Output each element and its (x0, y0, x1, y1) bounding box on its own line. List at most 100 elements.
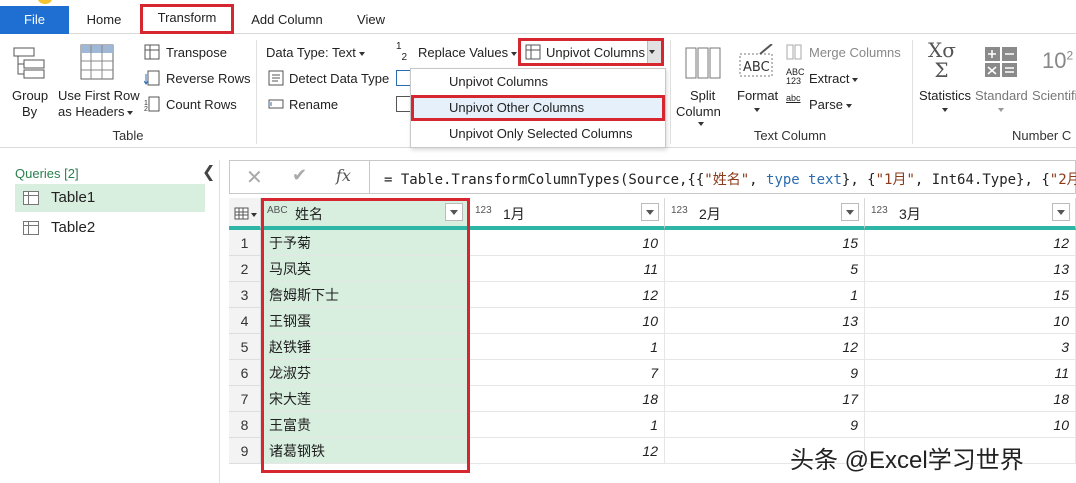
use-first-row-label-1: Use First Row (58, 88, 140, 103)
table-cell[interactable]: 11 (469, 256, 665, 282)
table-cell[interactable]: 宋大莲 (261, 386, 469, 412)
merge-columns-icon (786, 44, 802, 60)
row-number[interactable]: 3 (229, 282, 261, 308)
table-cell[interactable]: 龙淑芬 (261, 360, 469, 386)
table-cell[interactable]: 3 (865, 334, 1076, 360)
data-type-dropdown[interactable]: Data Type: Text (266, 45, 365, 60)
table-cell[interactable]: 17 (665, 386, 865, 412)
row-number[interactable]: 1 (229, 230, 261, 256)
queries-title: Queries [2] (15, 166, 79, 181)
unpivot-dropdown-toggle[interactable] (647, 41, 661, 63)
scientific-label: Scientifi (1032, 88, 1076, 103)
column-header[interactable]: 123 2月 (665, 198, 865, 230)
table-cell[interactable]: 12 (665, 334, 865, 360)
query-item-table2[interactable]: Table2 (15, 214, 205, 242)
query-item-table1[interactable]: Table1 (15, 184, 205, 212)
table-cell[interactable]: 13 (665, 308, 865, 334)
table-cell[interactable]: 15 (865, 282, 1076, 308)
row-number[interactable]: 9 (229, 438, 261, 464)
unpivot-icon (525, 44, 541, 60)
unpivot-columns-button[interactable]: Unpivot Columns (518, 38, 664, 66)
menu-item-unpivot-only-selected[interactable]: Unpivot Only Selected Columns (411, 121, 665, 147)
number-type-icon[interactable]: 123 (671, 205, 688, 216)
split-column-label-1: Split (690, 88, 716, 103)
table-cell[interactable]: 12 (865, 230, 1076, 256)
fx-icon[interactable]: fx (336, 166, 351, 185)
confirm-check-icon[interactable]: ✔ (292, 165, 307, 186)
column-header[interactable]: 123 1月 (469, 198, 665, 230)
row-number[interactable]: 5 (229, 334, 261, 360)
menu-item-unpivot-columns[interactable]: Unpivot Columns (411, 69, 665, 95)
table-cell[interactable]: 1 (469, 334, 665, 360)
column-header[interactable]: ABC 姓名 (261, 198, 469, 230)
table-cell[interactable]: 11 (865, 360, 1076, 386)
format-label: Format (737, 88, 779, 103)
replace-values-icon: 1 2 (396, 41, 408, 63)
column-filter-dropdown-icon[interactable] (641, 203, 659, 221)
text-type-icon[interactable]: ABC (267, 205, 288, 216)
tab-add-column[interactable]: Add Column (244, 6, 330, 34)
row-number[interactable]: 6 (229, 360, 261, 386)
number-type-icon[interactable]: 123 (871, 205, 888, 216)
statistics-label: Statistics (919, 88, 972, 103)
column-filter-dropdown-icon[interactable] (445, 203, 463, 221)
table-icon (23, 221, 39, 235)
rename-icon (268, 99, 284, 109)
table-cell[interactable]: 10 (865, 308, 1076, 334)
table-cell[interactable]: 于予菊 (261, 230, 469, 256)
formula-input[interactable]: = Table.TransformColumnTypes(Source,{{"姓… (384, 169, 1076, 189)
tab-file[interactable]: File (0, 6, 69, 34)
number-type-icon[interactable]: 123 (475, 205, 492, 216)
reverse-rows-icon (144, 70, 160, 86)
collapse-chevron-left-icon[interactable]: ❮ (202, 162, 215, 182)
divider (670, 40, 671, 144)
table-cell[interactable]: 12 (469, 438, 665, 464)
chevron-down-icon (754, 108, 760, 112)
table-cell[interactable]: 5 (665, 256, 865, 282)
column-filter-dropdown-icon[interactable] (1052, 203, 1070, 221)
column-filter-dropdown-icon[interactable] (841, 203, 859, 221)
table-cell[interactable]: 18 (865, 386, 1076, 412)
table-cell[interactable]: 15 (665, 230, 865, 256)
table-menu-button[interactable] (229, 198, 261, 230)
table-cell[interactable]: 7 (469, 360, 665, 386)
merge-columns-label: Merge Columns (809, 45, 901, 60)
table-cell[interactable]: 诸葛钢铁 (261, 438, 469, 464)
table-cell[interactable]: 9 (665, 412, 865, 438)
table-cell[interactable]: 王富贵 (261, 412, 469, 438)
column-header[interactable]: 123 3月 (865, 198, 1076, 230)
row-number[interactable]: 4 (229, 308, 261, 334)
table-cell[interactable]: 18 (469, 386, 665, 412)
cancel-icon[interactable]: ✕ (246, 165, 263, 190)
table-icon (23, 191, 39, 205)
detect-data-type-label: Detect Data Type (289, 71, 390, 86)
row-number[interactable]: 2 (229, 256, 261, 282)
tab-view[interactable]: View (348, 6, 394, 34)
menu-item-unpivot-other-columns[interactable]: Unpivot Other Columns (411, 95, 665, 121)
statistics-icon: Χσ Σ (928, 38, 956, 82)
table-cell[interactable]: 马凤英 (261, 256, 469, 282)
tab-transform[interactable]: Transform (140, 4, 234, 34)
table-cell[interactable]: 9 (665, 360, 865, 386)
row-number[interactable]: 8 (229, 412, 261, 438)
table-cell[interactable]: 12 (469, 282, 665, 308)
chevron-down-icon (942, 108, 948, 112)
chevron-down-icon (649, 50, 655, 54)
extract-icon: ABC 123 (786, 67, 805, 86)
table-cell[interactable]: 王钢蛋 (261, 308, 469, 334)
row-number[interactable]: 7 (229, 386, 261, 412)
table-cell[interactable]: 1 (469, 412, 665, 438)
table-cell[interactable]: 10 (469, 308, 665, 334)
tab-home[interactable]: Home (76, 6, 132, 34)
table-cell[interactable]: 10 (469, 230, 665, 256)
watermark: 头条 @Excel学习世界 (790, 447, 1024, 474)
table-cell[interactable]: 13 (865, 256, 1076, 282)
table-cell[interactable]: 赵铁锤 (261, 334, 469, 360)
format-icon: ABC (739, 44, 773, 77)
split-column-icon (685, 47, 721, 79)
table-cell[interactable]: 1 (665, 282, 865, 308)
table-cell[interactable]: 10 (865, 412, 1076, 438)
chevron-down-icon (998, 108, 1004, 112)
table-cell[interactable]: 詹姆斯下士 (261, 282, 469, 308)
formula-bar-buttons: ✕ ✔ fx (230, 161, 370, 193)
